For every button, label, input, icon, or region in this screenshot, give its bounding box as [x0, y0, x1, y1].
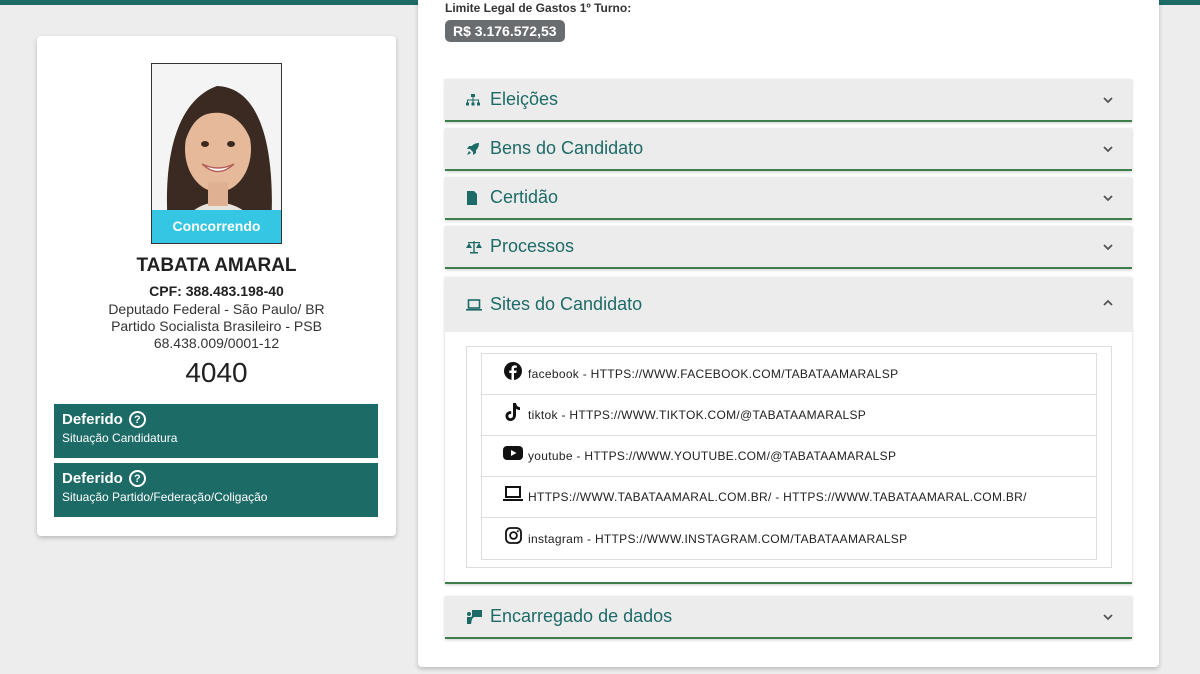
status-text: Deferido	[62, 470, 123, 487]
candidacy-status-label: Concorrendo	[152, 210, 281, 243]
status-subtitle: Situação Candidatura	[62, 431, 178, 445]
list-item[interactable]: instagram - HTTPS://WWW.INSTAGRAM.COM/TA…	[482, 518, 1096, 559]
chevron-down-icon	[1102, 610, 1114, 622]
instagram-icon	[503, 526, 523, 546]
chevron-up-icon	[1102, 296, 1114, 308]
accordion-title: Eleições	[490, 89, 559, 109]
candidate-cpf: CPF: 388.483.198-40	[149, 283, 284, 299]
status-box-candidacy: Deferido ? Situação Candidatura	[54, 404, 378, 458]
accordion-encarregado[interactable]: Encarregado de dados	[445, 596, 1132, 639]
sitemap-icon	[466, 92, 482, 108]
site-link[interactable]: tiktok - HTTPS://WWW.TIKTOK.COM/@TABATAA…	[528, 408, 866, 422]
status-subtitle: Situação Partido/Federação/Coligação	[62, 490, 268, 504]
chevron-down-icon	[1102, 191, 1114, 203]
laptop-icon	[503, 484, 523, 504]
help-icon[interactable]: ?	[128, 470, 146, 487]
accordion-processos[interactable]: Processos	[445, 226, 1132, 269]
candidate-photo: Concorrendo	[151, 63, 282, 244]
status-box-party: Deferido ? Situação Partido/Federação/Co…	[54, 463, 378, 517]
spending-limit-label: Limite Legal de Gastos 1º Turno:	[445, 1, 632, 15]
chevron-down-icon	[1102, 142, 1114, 154]
accordion-sites-header[interactable]: Sites do Candidato	[445, 277, 1132, 332]
accordion-sites: Sites do Candidato facebook - HTTPS://WW…	[445, 277, 1132, 584]
list-item[interactable]: facebook - HTTPS://WWW.FACEBOOK.COM/TABA…	[482, 354, 1096, 395]
list-item[interactable]: tiktok - HTTPS://WWW.TIKTOK.COM/@TABATAA…	[482, 395, 1096, 436]
tiktok-icon	[503, 402, 523, 422]
accordion-title: Sites do Candidato	[490, 294, 643, 314]
spending-limit-badge: R$ 3.176.572,53	[445, 20, 565, 42]
sites-container: facebook - HTTPS://WWW.FACEBOOK.COM/TABA…	[466, 346, 1112, 568]
site-link[interactable]: instagram - HTTPS://WWW.INSTAGRAM.COM/TA…	[528, 532, 907, 546]
scale-icon	[466, 239, 482, 255]
youtube-icon	[503, 443, 523, 463]
candidate-office: Deputado Federal - São Paulo/ BR	[108, 301, 325, 317]
file-icon	[466, 190, 482, 206]
rocket-icon	[466, 141, 482, 157]
accordion-eleicoes[interactable]: Eleições	[445, 79, 1132, 122]
accordion-certidao[interactable]: Certidão	[445, 177, 1132, 220]
person-board-icon	[466, 609, 482, 625]
accordion-title: Bens do Candidato	[490, 138, 644, 158]
candidate-party: Partido Socialista Brasileiro - PSB	[111, 318, 322, 334]
sites-list: facebook - HTTPS://WWW.FACEBOOK.COM/TABA…	[481, 353, 1097, 560]
site-link[interactable]: youtube - HTTPS://WWW.YOUTUBE.COM/@TABAT…	[528, 449, 896, 463]
candidate-cnpj: 68.438.009/0001-12	[153, 335, 280, 351]
accordion-title: Certidão	[490, 187, 559, 207]
list-item[interactable]: HTTPS://WWW.TABATAAMARAL.COM.BR/ - HTTPS…	[482, 477, 1096, 518]
laptop-icon	[466, 297, 482, 313]
help-icon[interactable]: ?	[128, 411, 146, 428]
site-link[interactable]: HTTPS://WWW.TABATAAMARAL.COM.BR/ - HTTPS…	[528, 490, 1027, 504]
candidate-card: Concorrendo TABATA AMARAL CPF: 388.483.1…	[37, 36, 396, 536]
accordion-title: Encarregado de dados	[490, 606, 673, 626]
accordion-bens[interactable]: Bens do Candidato	[445, 128, 1132, 171]
details-panel: Limite Legal de Gastos 1º Turno: R$ 3.17…	[418, 0, 1159, 667]
candidate-name: TABATA AMARAL	[136, 255, 297, 276]
status-text: Deferido	[62, 411, 123, 428]
chevron-down-icon	[1102, 93, 1114, 105]
facebook-icon	[503, 361, 523, 381]
candidate-number: 4040	[185, 357, 248, 388]
site-link[interactable]: facebook - HTTPS://WWW.FACEBOOK.COM/TABA…	[528, 367, 898, 381]
accordion-title: Processos	[490, 236, 575, 256]
chevron-down-icon	[1102, 240, 1114, 252]
list-item[interactable]: youtube - HTTPS://WWW.YOUTUBE.COM/@TABAT…	[482, 436, 1096, 477]
